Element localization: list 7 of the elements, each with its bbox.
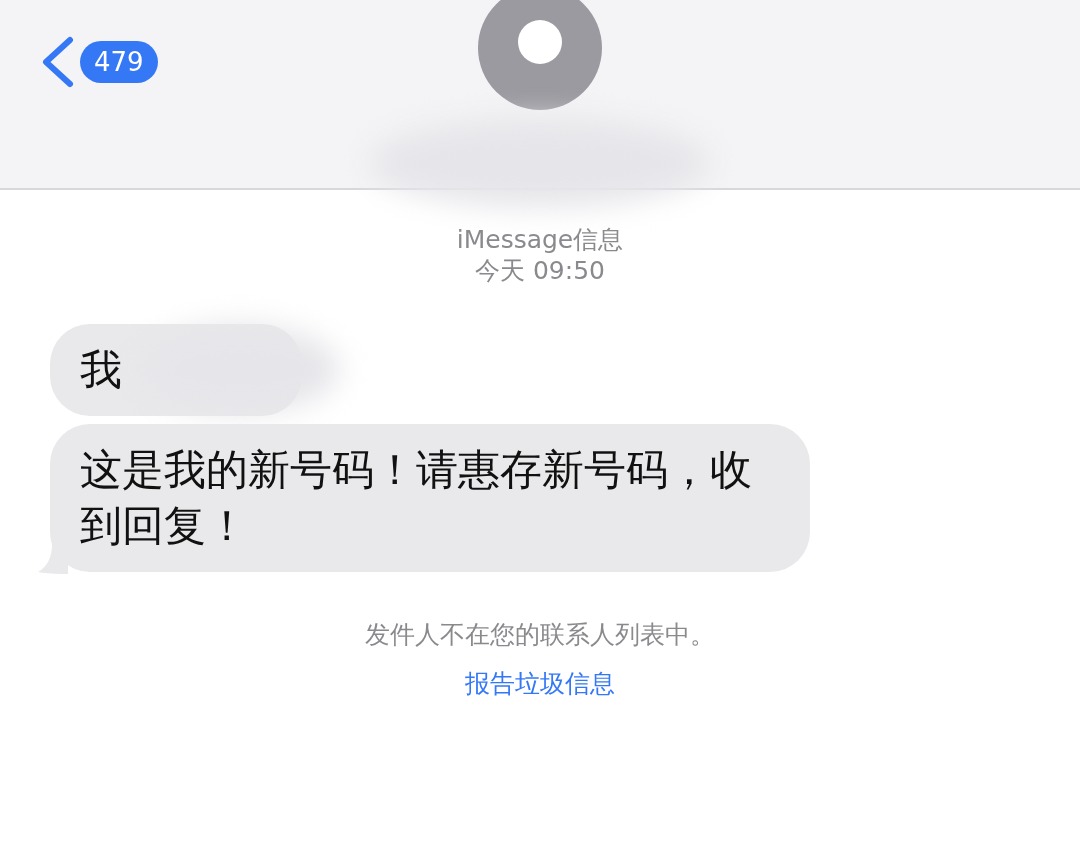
service-label: iMessage信息 bbox=[456, 224, 624, 255]
unread-count-badge[interactable]: 479 bbox=[80, 41, 158, 83]
message-timestamp: 今天 09:50 bbox=[475, 255, 605, 286]
report-spam-link[interactable]: 报告垃圾信息 bbox=[465, 667, 615, 700]
back-chevron-icon[interactable] bbox=[40, 36, 74, 88]
unknown-sender-notice: 发件人不在您的联系人列表中。 bbox=[365, 619, 715, 651]
contact-avatar-icon[interactable] bbox=[478, 0, 602, 110]
